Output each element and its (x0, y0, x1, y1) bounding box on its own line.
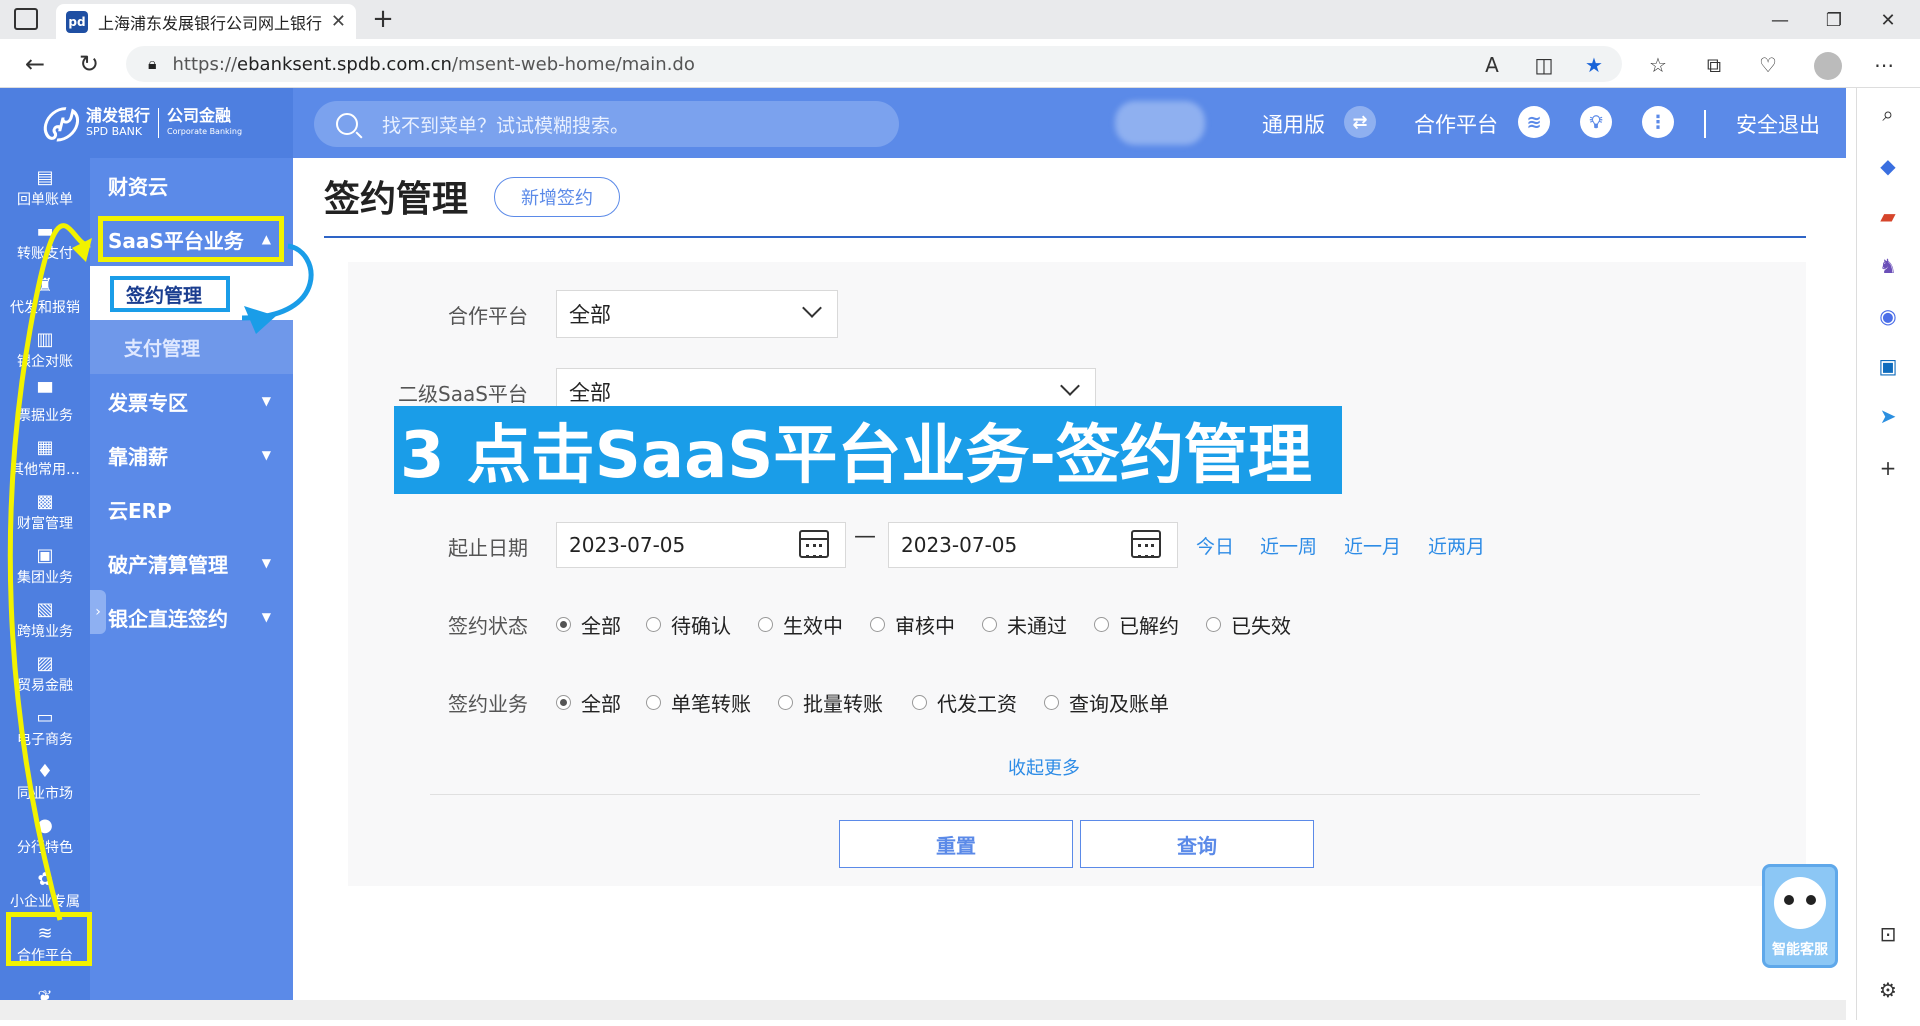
smart-assistant-button[interactable]: 智能客服 (1762, 864, 1838, 968)
annotation-arrows (7, 223, 314, 921)
horizontal-scrollbar[interactable] (0, 1000, 1846, 1020)
assistant-panda-icon (1774, 877, 1826, 929)
assistant-label: 智能客服 (1772, 942, 1828, 958)
